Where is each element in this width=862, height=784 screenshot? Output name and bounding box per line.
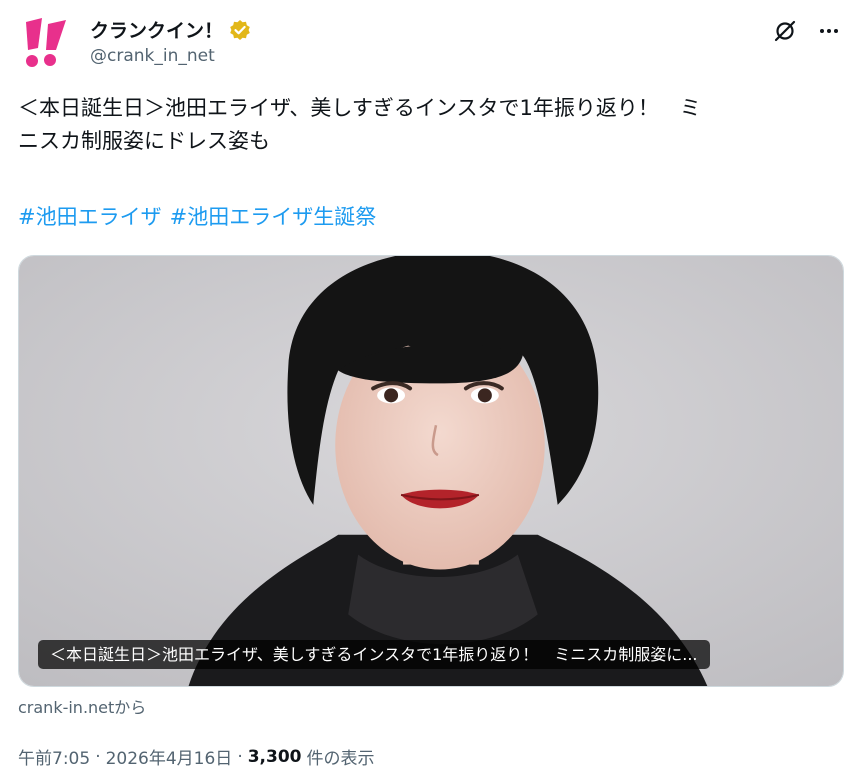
card-title: ＜本日誕生日＞池田エライザ、美しすぎるインスタで1年振り返り！ ミニスカ制服姿に… (38, 640, 710, 669)
hashtag-link[interactable]: #池田エライザ生誕祭 (170, 201, 377, 234)
tweet-meta: 午前7:05 · 2026年4月16日 · 3,300 件の表示 (18, 744, 375, 770)
name-row: クランクイン！ (90, 16, 251, 43)
tweet-header: クランクイン！ @crank_in_net (18, 12, 844, 72)
account-handle[interactable]: @crank_in_net (90, 46, 215, 66)
avatar[interactable] (18, 14, 74, 70)
tweet-text-line-1: ＜本日誕生日＞池田エライザ、美しすぎるインスタで1年振り返り！ ミ (18, 96, 701, 120)
meta-separator: · (95, 746, 101, 767)
tweet-date[interactable]: 2026年4月16日 (106, 744, 233, 769)
hashtag-list: #池田エライザ #池田エライザ生誕祭 (18, 201, 376, 234)
crankin-logo-icon (26, 18, 66, 67)
hashtag-link[interactable]: #池田エライザ (18, 201, 162, 234)
tweet-text: ＜本日誕生日＞池田エライザ、美しすぎるインスタで1年振り返り！ ミ ニスカ制服姿… (18, 92, 840, 158)
view-count-label: 件の表示 (306, 749, 375, 769)
header-actions (770, 16, 844, 46)
tweet-time[interactable]: 午前7:05 (18, 744, 90, 769)
link-card[interactable]: ＜本日誕生日＞池田エライザ、美しすぎるインスタで1年振り返り！ ミニスカ制服姿に… (18, 255, 844, 687)
card-photo (19, 256, 843, 686)
view-count: 3,300 (247, 746, 302, 767)
more-horizontal-icon[interactable] (814, 16, 844, 46)
tweet-text-line-2: ニスカ制服姿にドレス姿も (18, 129, 270, 153)
meta-separator: · (237, 746, 243, 767)
card-source-link[interactable]: crank-in.netから (18, 694, 146, 718)
verified-badge-icon[interactable] (229, 19, 251, 41)
grok-icon[interactable] (770, 16, 800, 46)
display-name[interactable]: クランクイン！ (90, 16, 223, 43)
